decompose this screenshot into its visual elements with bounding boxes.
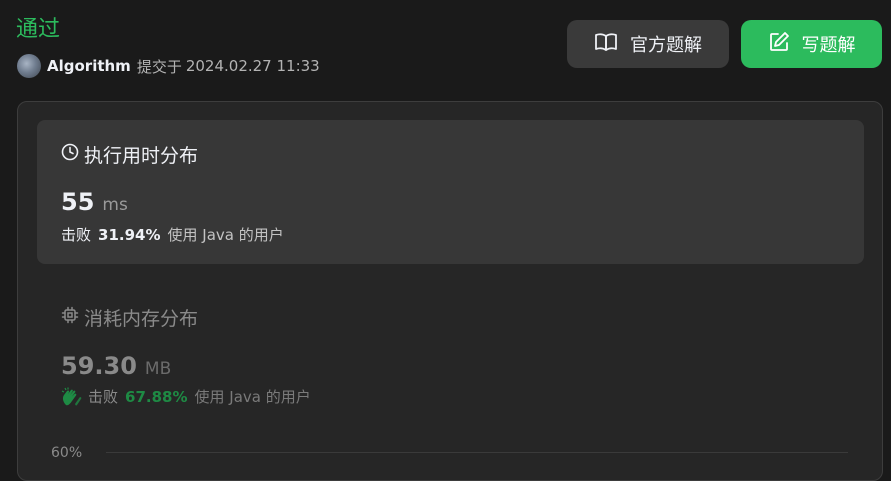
avatar[interactable]	[17, 54, 41, 78]
chart-gridline	[106, 452, 848, 453]
memory-title-text: 消耗内存分布	[84, 308, 199, 330]
submission-meta: Algorithm 提交于 2024.02.27 11:33	[17, 54, 320, 78]
submit-label: 提交于	[136, 57, 182, 76]
memory-number: 59.30	[61, 352, 137, 380]
runtime-title-text: 执行用时分布	[84, 145, 199, 167]
memory-beats: 击败 67.88% 使用 Java 的用户	[61, 386, 311, 407]
edit-icon	[768, 31, 802, 58]
runtime-beats-suffix: 使用 Java 的用户	[167, 226, 284, 244]
submission-status: 通过	[16, 17, 61, 42]
memory-unit: MB	[144, 359, 172, 379]
memory-beats-suffix: 使用 Java 的用户	[194, 388, 311, 406]
runtime-beats-label: 击败	[61, 226, 92, 244]
runtime-beats: 击败 31.94% 使用 Java 的用户	[61, 224, 284, 245]
book-open-icon	[594, 32, 630, 57]
memory-beats-percent: 67.88%	[125, 387, 188, 406]
memory-value: 59.30 MB	[61, 352, 171, 380]
runtime-title: 执行用时分布	[61, 141, 198, 168]
clock-icon	[61, 143, 84, 166]
chip-icon	[61, 306, 84, 329]
write-solution-label: 写题解	[801, 35, 856, 56]
clapping-hands-icon	[61, 387, 83, 407]
stats-panel: 执行用时分布 55 ms 击败 31.94% 使用 Java 的用户 消耗内存分…	[17, 101, 883, 481]
memory-title: 消耗内存分布	[61, 304, 198, 331]
submit-time: 2024.02.27 11:33	[185, 57, 320, 75]
memory-card[interactable]: 消耗内存分布 59.30 MB 击败 67.88% 使用 Java 的用户	[37, 282, 864, 422]
username[interactable]: Algorithm	[47, 57, 131, 75]
official-solution-label: 官方题解	[630, 35, 702, 56]
memory-beats-label: 击败	[88, 388, 119, 406]
runtime-card[interactable]: 执行用时分布 55 ms 击败 31.94% 使用 Java 的用户	[37, 120, 864, 264]
runtime-beats-percent: 31.94%	[98, 225, 161, 244]
chart-y-tick: 60%	[51, 445, 83, 461]
runtime-unit: ms	[102, 195, 128, 215]
runtime-value: 55 ms	[61, 188, 128, 216]
runtime-number: 55	[61, 188, 95, 216]
official-solution-button[interactable]: 官方题解	[567, 20, 729, 68]
write-solution-button[interactable]: 写题解	[741, 20, 882, 68]
